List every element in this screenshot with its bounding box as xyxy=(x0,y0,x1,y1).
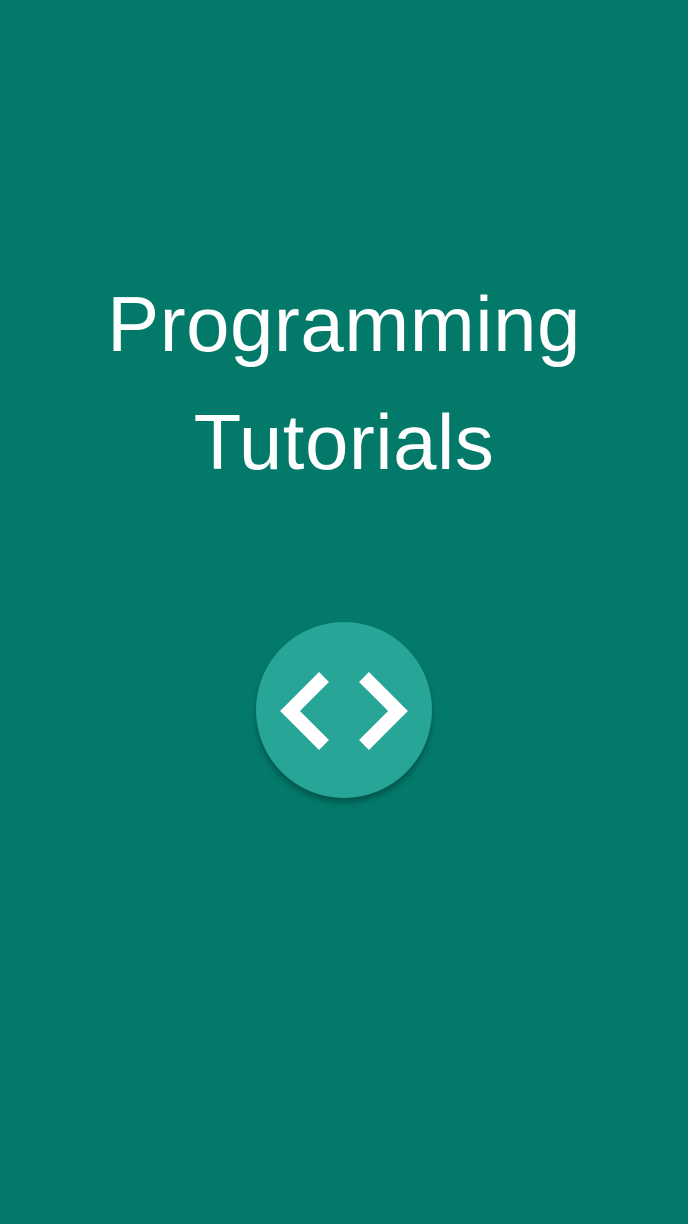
splash-screen: Programming Tutorials xyxy=(0,0,688,1224)
app-logo xyxy=(256,622,432,798)
app-title-line-2: Tutorials xyxy=(193,398,495,486)
code-brackets-icon xyxy=(280,672,408,750)
app-title: Programming Tutorials xyxy=(0,265,688,501)
app-title-line-1: Programming xyxy=(107,280,581,368)
